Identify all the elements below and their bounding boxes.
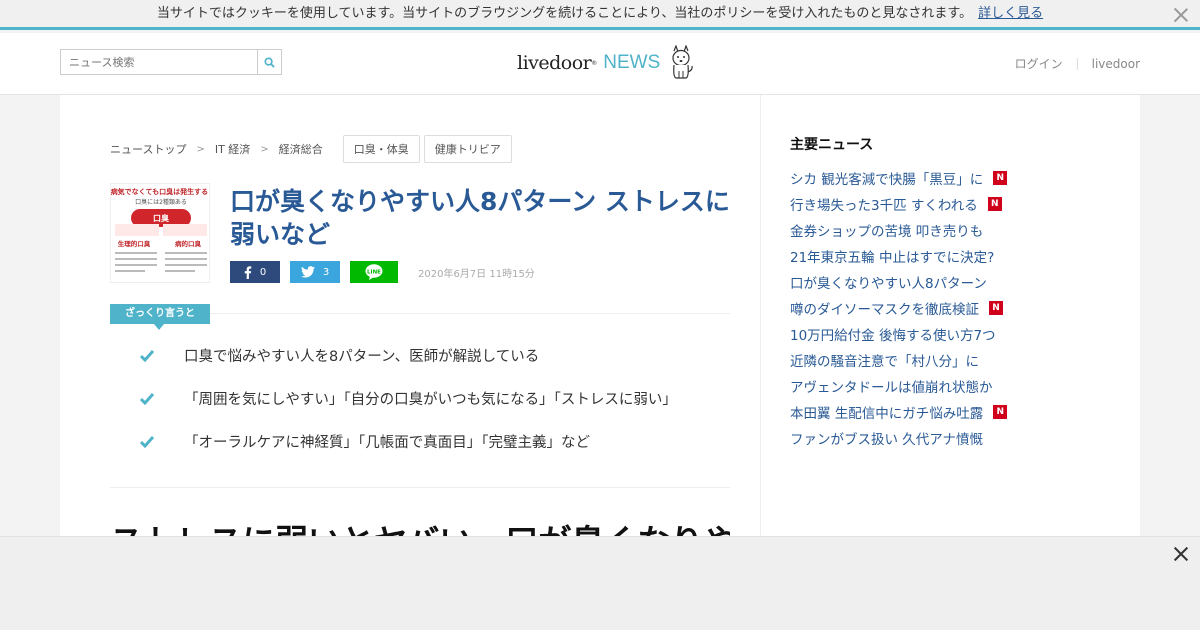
thumb-left: 生理的口臭 [118, 239, 151, 248]
thumbnail-illustration: 病気でなくても口臭は発生する! 口臭には2種類ある 口臭 生理的口臭 病的口臭 [111, 184, 210, 282]
ad-overlay [0, 536, 1200, 630]
divider [110, 487, 730, 488]
thumb-title: 病気でなくても口臭は発生する! [111, 187, 210, 196]
dog-mascot-icon [672, 45, 694, 79]
login-link[interactable]: ログイン [1015, 55, 1063, 72]
breadcrumb-item[interactable]: IT 経済 [215, 141, 250, 157]
site-header: livedoor® NEWS ログイン livedoor [0, 33, 1200, 95]
cookie-banner: 当サイトではクッキーを使用しています。当サイトのブラウジングを続けることにより、… [0, 0, 1200, 30]
article-date: 2020年6月7日 11時15分 [418, 268, 535, 280]
article-thumbnail[interactable]: 病気でなくても口臭は発生する! 口臭には2種類ある 口臭 生理的口臭 病的口臭 [110, 183, 210, 283]
line-share-button[interactable]: LINE [350, 261, 398, 283]
chevron-right-icon: > [260, 143, 269, 155]
search-button[interactable] [257, 50, 281, 74]
news-item-title: 近隣の騒音注意で「村八分」に [790, 354, 979, 370]
close-icon[interactable] [1172, 6, 1190, 24]
news-item-title: 口が臭くなりやすい人8パターン [790, 276, 987, 292]
line-icon: LINE [365, 264, 383, 280]
search-icon [264, 56, 275, 68]
logo-news: NEWS [603, 52, 661, 73]
news-item[interactable]: アヴェンタドールは値崩れ状態か [790, 373, 1007, 399]
news-item-title: 行き場失った3千匹 すくわれる [790, 198, 978, 214]
summary-item: 「周囲を気にしやすい」「自分の口臭がいつも気になる」「ストレスに弱い」 [140, 390, 730, 433]
breadcrumb-item[interactable]: ニューストップ [110, 141, 186, 157]
twitter-count: 3 [322, 266, 330, 278]
news-item-title: 金券ショップの苦境 叩き売りも [790, 224, 984, 240]
news-item[interactable]: ファンがブス扱い 久代アナ憤慨 [790, 425, 1007, 451]
facebook-share-button[interactable]: 0 [230, 261, 280, 283]
summary-label: ざっくり言うと [110, 304, 210, 330]
news-item[interactable]: 口が臭くなりやすい人8パターン [790, 269, 1007, 295]
news-item[interactable]: 21年東京五輪 中止はすでに決定? [790, 243, 1007, 269]
logo-livedoor: livedoor [517, 52, 592, 74]
search-box [60, 49, 282, 75]
news-item-title: 噂のダイソーマスクを徹底検証 [790, 302, 979, 318]
divider [1076, 57, 1078, 70]
news-item-title: 本田翼 生配信中にガチ悩み吐露 [790, 406, 984, 422]
share-buttons: 0 3 LINE 2020年6月7日 11時15分 [230, 261, 535, 283]
breadcrumb-item[interactable]: 経済総合 [279, 141, 323, 157]
new-badge: N [989, 301, 1003, 315]
news-item[interactable]: 近隣の騒音注意で「村八分」に [790, 347, 1007, 373]
thumb-subtitle: 口臭には2種類ある [135, 198, 187, 206]
svg-text:LINE: LINE [367, 270, 381, 276]
news-item[interactable]: 噂のダイソーマスクを徹底検証 N [790, 295, 1007, 321]
news-item-title: 21年東京五輪 中止はすでに決定? [790, 250, 995, 266]
news-item[interactable]: 本田翼 生配信中にガチ悩み吐露 N [790, 399, 1008, 425]
header-links: ログイン livedoor [1015, 55, 1140, 72]
news-item-title: シカ 観光客減で快腸「黒豆」に [790, 172, 984, 188]
sidebar-title: 主要ニュース [790, 137, 874, 153]
chevron-right-icon: > [196, 143, 205, 155]
summary-list: 口臭で悩みやすい人を8パターン、医師が解説している 「周囲を気にしやすい」「自分… [140, 347, 730, 476]
new-badge: N [987, 197, 1002, 211]
close-icon[interactable] [1172, 545, 1190, 563]
news-item[interactable]: シカ 観光客減で快腸「黒豆」に N [790, 165, 1008, 191]
livedoor-link[interactable]: livedoor [1092, 57, 1140, 71]
cookie-details-link[interactable]: 詳しく見る [978, 6, 1043, 21]
tag-link[interactable]: 健康トリビア [423, 135, 512, 163]
new-badge: N [993, 171, 1008, 185]
site-logo[interactable]: livedoor ® NEWS [517, 45, 694, 81]
news-item[interactable]: 行き場失った3千匹 すくわれる N [790, 191, 1007, 217]
check-icon [140, 393, 154, 405]
twitter-icon [300, 266, 315, 278]
new-badge: N [993, 405, 1008, 419]
check-icon [140, 436, 154, 448]
cookie-message: 当サイトではクッキーを使用しています。当サイトのブラウジングを続けることにより、… [156, 6, 973, 21]
thumb-center: 口臭 [153, 213, 169, 223]
news-item-title: ファンがブス扱い 久代アナ憤慨 [790, 432, 984, 448]
facebook-count: 0 [259, 266, 267, 278]
news-item-title: アヴェンタドールは値崩れ状態か [790, 380, 993, 396]
thumb-right: 病的口臭 [175, 239, 202, 248]
news-item-title: 10万円給付金 後悔する使い方7つ [790, 328, 996, 344]
news-list: シカ 観光客減で快腸「黒豆」に N 行き場失った3千匹 すくわれる N 金券ショップの苦… [790, 165, 1008, 451]
check-icon [140, 350, 154, 362]
twitter-share-button[interactable]: 3 [290, 261, 340, 283]
summary-item: 「オーラルケアに神経質」「几帳面で真面目」「完璧主義」など [140, 433, 730, 476]
search-input[interactable] [61, 50, 257, 74]
summary-item: 口臭で悩みやすい人を8パターン、医師が解説している [140, 347, 730, 390]
tag-link[interactable]: 口臭・体臭 [342, 135, 420, 163]
news-item[interactable]: 金券ショップの苦境 叩き売りも [790, 217, 1007, 243]
facebook-icon [244, 265, 252, 279]
article-title: 口が臭くなりやすい人8パターン ストレスに弱いなど [230, 187, 730, 249]
breadcrumb: ニューストップ > IT 経済 > 経済総合 口臭・体臭 健康トリビア [110, 135, 512, 163]
news-item[interactable]: 10万円給付金 後悔する使い方7つ [790, 321, 1007, 347]
